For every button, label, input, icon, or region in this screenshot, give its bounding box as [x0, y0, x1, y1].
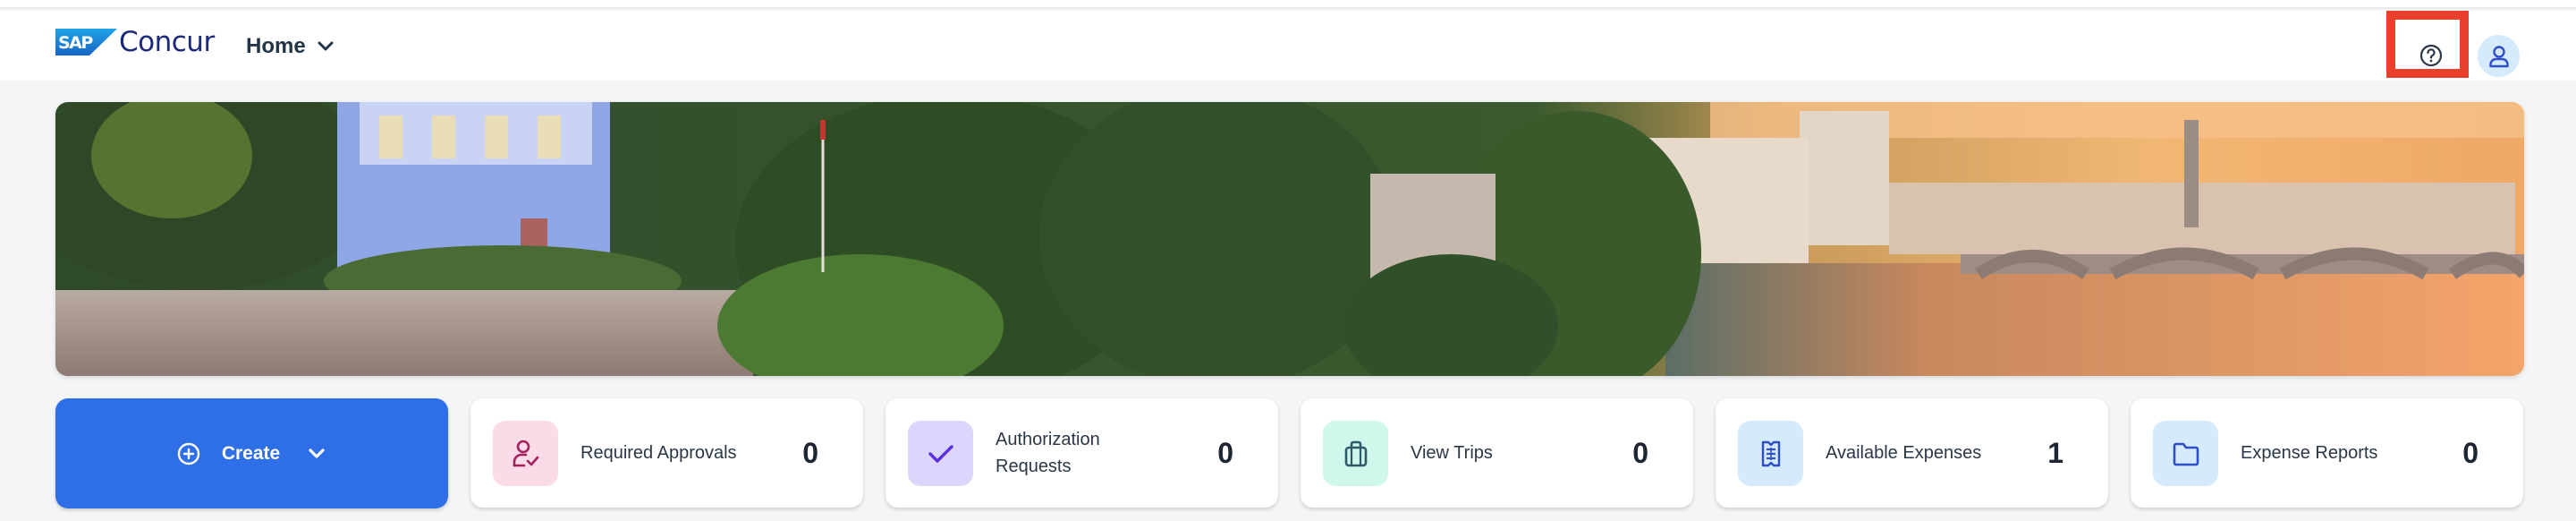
card-label: Expense Reports — [2241, 443, 2378, 463]
help-button-highlight — [2386, 11, 2469, 78]
expense-reports-tile — [2153, 421, 2218, 486]
authorization-requests-card[interactable]: Authorization Requests 0 — [886, 398, 1278, 508]
available-expenses-card[interactable]: Available Expenses 1 — [1716, 398, 2108, 508]
receipt-icon — [1761, 440, 1780, 466]
browser-top-strip — [0, 0, 2576, 9]
required-approvals-card[interactable]: Required Approvals 0 — [470, 398, 863, 508]
card-count: 0 — [1632, 436, 1648, 469]
card-count: 0 — [802, 436, 818, 469]
expense-reports-card[interactable]: Expense Reports 0 — [2131, 398, 2523, 508]
card-count: 1 — [2047, 436, 2063, 469]
card-count: 0 — [1217, 436, 1233, 469]
user-check-icon — [513, 440, 538, 466]
card-count: 0 — [2462, 436, 2479, 469]
logo-product-name: Concur — [119, 26, 215, 58]
card-label: Authorization Requests — [996, 430, 1100, 476]
svg-text:SAP: SAP — [58, 33, 93, 53]
card-label: View Trips — [1411, 443, 1493, 463]
create-button[interactable]: Create — [55, 398, 448, 508]
view-trips-tile — [1323, 421, 1388, 486]
home-nav-menu[interactable]: Home — [246, 30, 335, 63]
create-button-label: Create — [221, 442, 281, 464]
sap-logo-icon: SAP — [55, 29, 117, 56]
hero-banner-image — [55, 102, 2524, 376]
chevron-down-icon — [309, 448, 325, 458]
user-profile-button[interactable] — [2478, 35, 2520, 77]
authorization-requests-tile — [908, 421, 973, 486]
card-label: Required Approvals — [580, 443, 737, 463]
folder-icon — [2173, 442, 2199, 465]
app-header: SAP Concur Home — [0, 11, 2576, 81]
suitcase-icon — [1344, 440, 1367, 466]
sap-concur-logo[interactable]: SAP Concur — [55, 29, 215, 56]
card-label: Available Expenses — [1826, 443, 1982, 463]
view-trips-card[interactable]: View Trips 0 — [1301, 398, 1693, 508]
required-approvals-tile — [493, 421, 558, 486]
plus-circle-icon — [177, 442, 200, 465]
user-icon — [2488, 45, 2509, 67]
chevron-down-icon — [318, 41, 334, 51]
checkmark-icon — [928, 444, 953, 463]
home-menu-label: Home — [246, 34, 306, 58]
available-expenses-tile — [1738, 421, 1803, 486]
